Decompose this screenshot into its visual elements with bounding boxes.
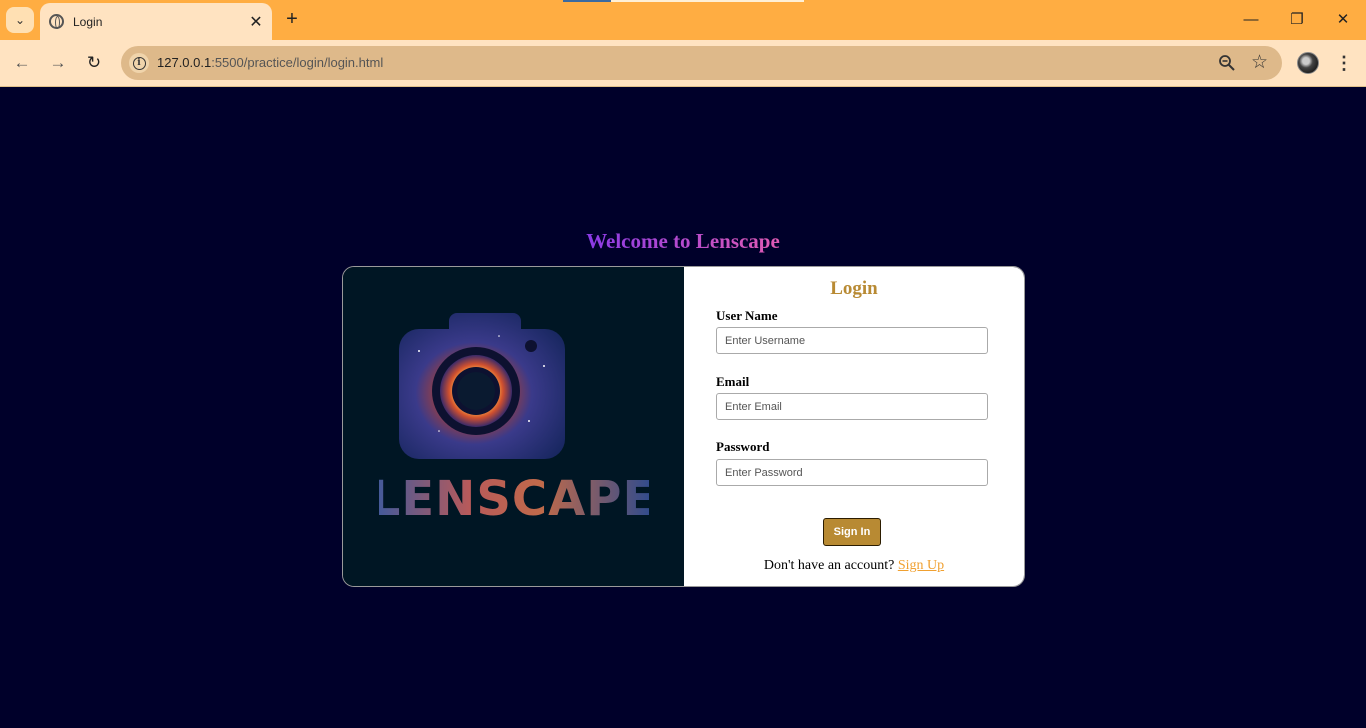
more-vert-icon[interactable]: ⋮ xyxy=(1334,50,1354,76)
restore-button[interactable]: ❐ xyxy=(1274,8,1320,32)
no-account-text: Don't have an account? xyxy=(763,558,895,573)
browser-toolbar: ← → ↻ i 127.0.0.1:5500/practice/login/lo… xyxy=(0,40,1366,87)
sign-up-link[interactable]: Sign Up xyxy=(898,558,944,573)
chevron-down-icon: ⌄ xyxy=(14,13,26,27)
new-tab-button[interactable]: + xyxy=(281,8,303,30)
minimize-icon: — xyxy=(1243,11,1259,28)
minimize-button[interactable]: — xyxy=(1228,8,1274,32)
star-icon[interactable]: ☆ xyxy=(1251,51,1268,74)
address-bar[interactable]: i 127.0.0.1:5500/practice/login/login.ht… xyxy=(121,46,1282,80)
plus-icon: + xyxy=(286,8,298,30)
close-icon[interactable]: ✕ xyxy=(244,12,268,32)
restore-icon: ❐ xyxy=(1290,11,1304,28)
tab-title: Login xyxy=(73,14,103,29)
url-path: :5500/practice/login/login.html xyxy=(211,55,384,70)
close-icon: ✕ xyxy=(1336,11,1350,28)
login-form: Login User Name Email Password Sign In D… xyxy=(342,266,1025,587)
reload-button[interactable]: ↻ xyxy=(80,50,108,76)
site-info-button[interactable]: i xyxy=(129,53,149,73)
arrow-left-icon: ← xyxy=(13,53,31,72)
zoom-out-icon[interactable] xyxy=(1218,54,1236,72)
page-title: Welcome to Lenscape xyxy=(0,229,1366,254)
globe-icon xyxy=(49,14,64,29)
reload-icon: ↻ xyxy=(86,53,102,72)
window-close-button[interactable]: ✕ xyxy=(1320,8,1366,32)
forward-button[interactable]: → xyxy=(44,50,72,76)
url-host: 127.0.0.1 xyxy=(157,55,212,70)
arrow-right-icon: → xyxy=(49,53,67,72)
avatar[interactable] xyxy=(1297,52,1319,74)
browser-tab-bar: ⌄ Login ✕ + — ❐ ✕ xyxy=(0,0,1366,40)
welcome-heading: Welcome to Lenscape xyxy=(586,229,780,253)
tab-strip-indicator xyxy=(563,0,804,2)
signup-prompt: Don't have an account? Sign Up xyxy=(683,558,1025,574)
browser-tab-login[interactable]: Login ✕ xyxy=(40,3,272,40)
info-icon: i xyxy=(132,56,146,70)
url-text[interactable]: 127.0.0.1:5500/practice/login/login.html xyxy=(157,55,383,70)
back-button[interactable]: ← xyxy=(8,50,36,76)
tab-search-button[interactable]: ⌄ xyxy=(6,7,34,33)
